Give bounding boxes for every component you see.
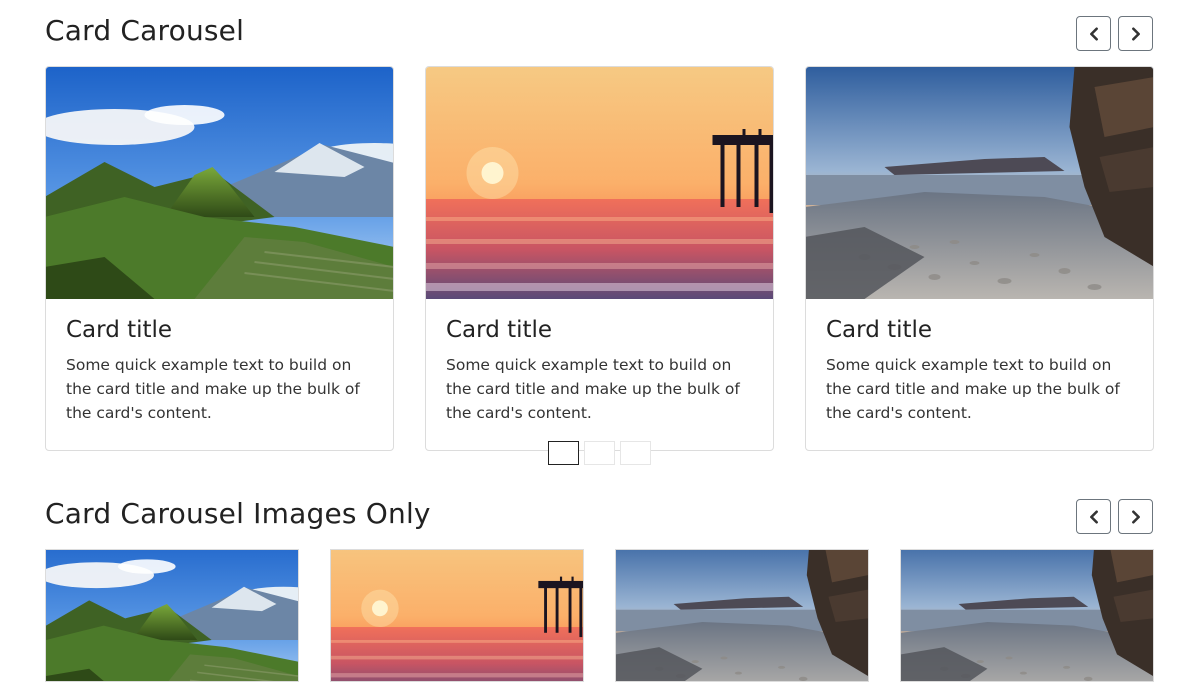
rocky-beach-photo[interactable] (615, 549, 869, 682)
carousel-indicator-2[interactable] (584, 441, 615, 465)
carousel-images-prev-button[interactable] (1076, 499, 1111, 534)
card-title: Card title (826, 317, 933, 343)
rocky-beach-photo[interactable] (900, 549, 1154, 682)
card-title: Card title (446, 317, 553, 343)
rocky-beach-photo (806, 67, 1153, 299)
carousel-indicator-1[interactable] (548, 441, 579, 465)
carousel-indicator-3[interactable] (620, 441, 651, 465)
card[interactable]: Card title Some quick example text to bu… (45, 66, 394, 451)
card-text: Some quick example text to build on the … (446, 356, 740, 422)
card-title: Card title (66, 317, 173, 343)
chevron-left-icon (1087, 27, 1101, 41)
mountain-ruins-photo[interactable] (45, 549, 299, 682)
chevron-right-icon (1129, 510, 1143, 524)
carousel-images-title: Card Carousel Images Only (45, 497, 431, 530)
chevron-left-icon (1087, 510, 1101, 524)
card[interactable]: Card title Some quick example text to bu… (425, 66, 774, 451)
carousel-title: Card Carousel (45, 14, 245, 47)
carousel-prev-button[interactable] (1076, 16, 1111, 51)
sunset-pier-photo[interactable] (330, 549, 584, 682)
chevron-right-icon (1129, 27, 1143, 41)
sunset-pier-photo (426, 67, 773, 299)
carousel-next-button[interactable] (1118, 16, 1153, 51)
carousel-images-next-button[interactable] (1118, 499, 1153, 534)
card-text: Some quick example text to build on the … (66, 356, 360, 422)
card[interactable]: Card title Some quick example text to bu… (805, 66, 1154, 451)
card-text: Some quick example text to build on the … (826, 356, 1120, 422)
mountain-ruins-photo (46, 67, 393, 299)
